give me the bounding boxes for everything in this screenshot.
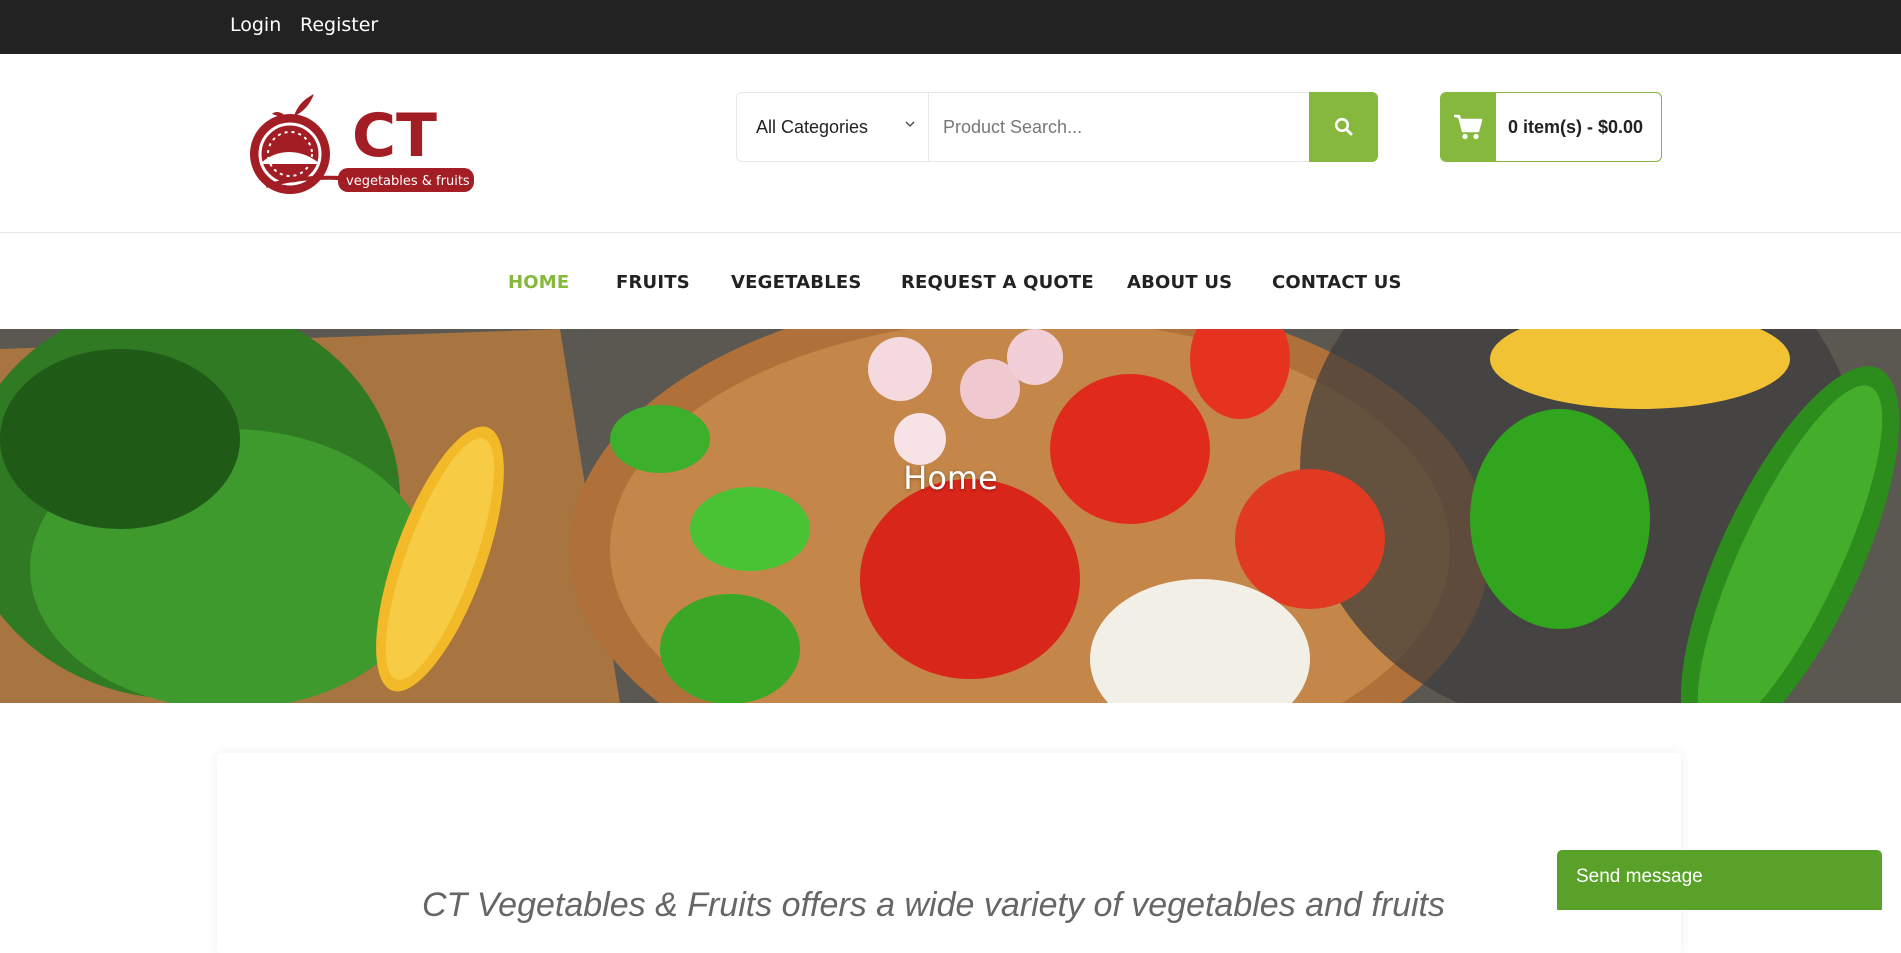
nav-item-fruits[interactable]: FRUITS <box>616 272 690 293</box>
search-input[interactable] <box>930 93 1302 161</box>
cart-summary: 0 item(s) - $0.00 <box>1508 117 1644 137</box>
logo-tagline: vegetables & fruits <box>346 174 470 189</box>
chevron-down-icon <box>905 121 915 127</box>
register-link[interactable]: Register <box>300 14 378 36</box>
category-select-value: All Categories <box>756 117 869 137</box>
content-card: CT Vegetables & Fruits offers a wide var… <box>217 753 1681 953</box>
vegetables-banner-image <box>0 329 1901 703</box>
send-message-label: Send message <box>1576 866 1703 887</box>
site-logo[interactable]: CT vegetables & fruits <box>236 90 478 198</box>
page-title: Home <box>903 459 998 497</box>
hero-banner: Home <box>0 329 1901 703</box>
nav-item-vegetables[interactable]: VEGETABLES <box>731 272 862 293</box>
cart-icon-box <box>1441 93 1496 161</box>
nav-item-contact-us[interactable]: CONTACT US <box>1272 272 1402 293</box>
nav-item-home[interactable]: HOME <box>508 272 569 293</box>
cart-icon <box>1454 114 1483 140</box>
top-bar: Login Register <box>0 0 1901 54</box>
nav-item-request-a-quote[interactable]: REQUEST A QUOTE <box>901 272 1094 293</box>
nav-item-about-us[interactable]: ABOUT US <box>1127 272 1232 293</box>
cart-button[interactable]: 0 item(s) - $0.00 <box>1440 92 1662 162</box>
login-link[interactable]: Login <box>230 14 281 36</box>
search-button[interactable] <box>1309 92 1378 162</box>
main-nav: HOME FRUITS VEGETABLES REQUEST A QUOTE A… <box>0 234 1901 329</box>
product-search-bar: All Categories <box>736 92 1378 162</box>
send-message-widget[interactable]: Send message <box>1557 850 1882 910</box>
category-select[interactable]: All Categories <box>737 93 929 161</box>
site-header: CT vegetables & fruits All Categories Pr… <box>0 54 1901 233</box>
logo-brand: CT <box>352 101 437 171</box>
intro-text: CT Vegetables & Fruits offers a wide var… <box>422 886 1446 924</box>
search-icon <box>1334 117 1353 136</box>
